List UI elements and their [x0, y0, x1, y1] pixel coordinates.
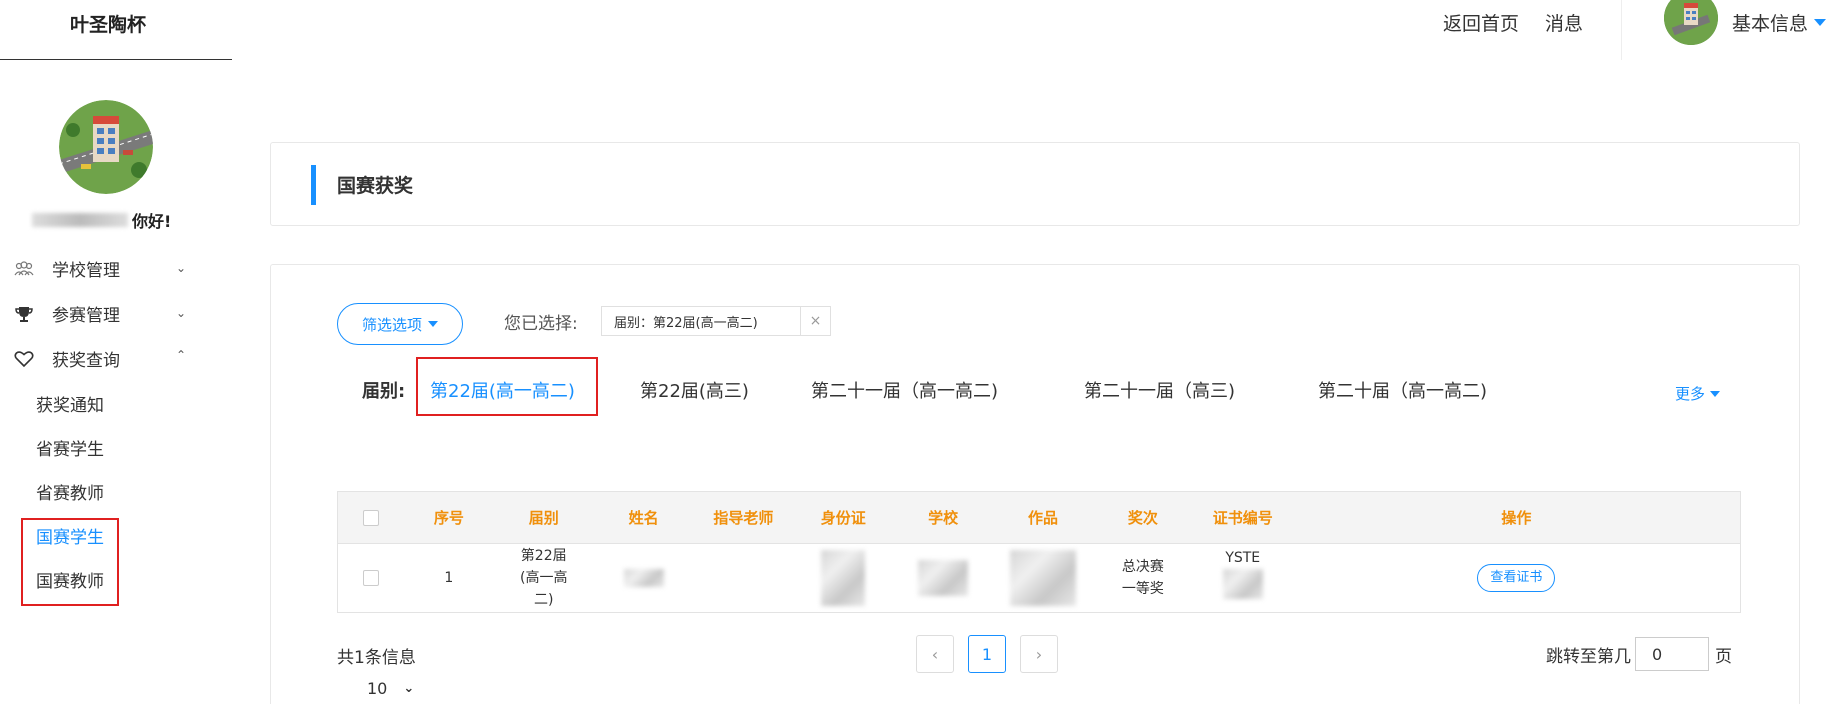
blurred-work: [1009, 550, 1076, 606]
row-checkbox[interactable]: [362, 570, 379, 586]
chevron-down-icon: ⌄: [176, 261, 187, 275]
column-header: 姓名: [628, 508, 659, 527]
cell-id-card: [793, 550, 893, 606]
selected-filter-chip-text: 届别：第22届(高一高二): [614, 315, 758, 331]
sidebar-subitem-award-notice[interactable]: 获奖通知: [0, 381, 232, 425]
select-all-cell: [338, 509, 404, 526]
column-header: 操作: [1501, 508, 1532, 527]
user-avatar[interactable]: [1663, 0, 1718, 45]
sidebar-subitem-provincial-teachers[interactable]: 省赛教师: [0, 469, 232, 513]
cell-actions: 查看证书: [1293, 564, 1740, 592]
cell-cert-number: YSTE: [1193, 550, 1293, 599]
greeting-text: 你好!: [132, 212, 172, 231]
view-certificate-button[interactable]: 查看证书: [1477, 564, 1556, 592]
page-jump-input[interactable]: [1635, 637, 1709, 671]
page-jump: 跳转至第几 页: [1546, 637, 1732, 671]
sidebar-item-label: 参赛管理: [52, 306, 120, 326]
sidebar-item-award-query[interactable]: 获奖查询 ⌃: [0, 336, 232, 381]
cert-number-prefix: YSTE: [1225, 550, 1261, 566]
user-info-label[interactable]: 基本信息: [1732, 9, 1808, 36]
filter-options-button[interactable]: 筛选选项: [337, 303, 463, 345]
highlight-box-term: [416, 357, 598, 416]
page-size-value: 10: [367, 679, 388, 698]
highlight-box-submenu: [21, 518, 119, 606]
brand-title: 叶圣陶杯: [70, 14, 147, 36]
column-header: 序号: [433, 508, 464, 527]
column-header: 证书编号: [1212, 508, 1273, 527]
sidebar-item-label: 获奖查询: [52, 351, 120, 371]
page-jump-label: 跳转至第几: [1546, 646, 1631, 667]
results-table: 序号 届别 姓名 指导老师 身份证 学校 作品 奖次 证书编号 操作 1 第22…: [337, 491, 1741, 613]
nav-divider: [1620, 0, 1622, 60]
page-size-select[interactable]: 10 ⌄: [367, 679, 414, 698]
selected-filter-chip: 届别：第22届(高一高二) ×: [601, 306, 831, 336]
cell-work: [993, 550, 1093, 606]
selected-filters-label: 您已选择:: [504, 314, 578, 334]
select-all-checkbox[interactable]: [362, 509, 379, 526]
page-button-current[interactable]: 1: [968, 635, 1006, 673]
page-title: 国赛获奖: [337, 175, 414, 197]
title-card: 国赛获奖: [270, 142, 1800, 226]
term-option-21-g12[interactable]: 第二十一届（高一高二): [811, 377, 998, 403]
sidebar-item-label: 学校管理: [52, 261, 120, 281]
sidebar-subitem-provincial-students[interactable]: 省赛学生: [0, 425, 232, 469]
term-option-20-g12[interactable]: 第二十届（高一高二): [1318, 377, 1487, 403]
term-option-21-g3[interactable]: 第二十一届（高三): [1084, 377, 1235, 403]
blurred-id-card: [821, 550, 866, 606]
blurred-username: [32, 213, 128, 227]
blurred-school: [918, 560, 969, 596]
greeting: 你好!: [32, 208, 171, 232]
column-header: 奖次: [1127, 508, 1158, 527]
column-header: 届别: [528, 508, 559, 527]
sidebar-item-school-management[interactable]: 学校管理 ⌄: [0, 246, 232, 291]
column-header: 指导老师: [713, 508, 774, 527]
brand: 叶圣陶杯: [0, 0, 232, 60]
cell-award: 总决赛一等奖: [1121, 559, 1164, 597]
title-accent-bar: [311, 165, 316, 205]
sidebar: 你好! 学校管理 ⌄ 参赛管理 ⌄ 获奖查询 ⌃ 获奖通知 省赛学生 省赛教师 …: [0, 60, 232, 704]
users-icon: [14, 259, 34, 279]
nav-home-link[interactable]: 返回首页: [1443, 9, 1519, 36]
cell-name: [594, 569, 694, 587]
blurred-name: [623, 569, 664, 587]
cell-term: 第22届(高一高二): [519, 548, 568, 608]
cell-index: 1: [444, 570, 454, 586]
total-count: 共1条信息: [337, 648, 416, 668]
column-header: 作品: [1028, 508, 1059, 527]
prev-page-button[interactable]: ‹: [916, 635, 954, 673]
heart-icon: [14, 349, 34, 369]
nav-messages-link[interactable]: 消息: [1545, 9, 1583, 36]
next-page-button[interactable]: ›: [1020, 635, 1058, 673]
results-card: 筛选选项 您已选择: 届别：第22届(高一高二) × 届别: 第22届(高一高二…: [270, 264, 1800, 704]
blurred-cert-number: [1222, 569, 1263, 599]
column-header: 学校: [928, 508, 959, 527]
more-terms-button[interactable]: 更多: [1675, 383, 1721, 404]
chevron-down-icon: ⌄: [176, 306, 187, 320]
caret-down-icon: [428, 321, 438, 327]
cell-school: [893, 560, 993, 596]
term-option-22-g3[interactable]: 第22届(高三): [640, 377, 749, 403]
table-header: 序号 届别 姓名 指导老师 身份证 学校 作品 奖次 证书编号 操作: [338, 492, 1740, 544]
close-icon[interactable]: ×: [800, 307, 830, 335]
caret-down-icon[interactable]: [1814, 18, 1826, 26]
caret-down-icon: [1710, 390, 1721, 397]
page-jump-suffix: 页: [1715, 646, 1732, 667]
filter-options-label: 筛选选项: [361, 315, 422, 334]
sidebar-item-competition-management[interactable]: 参赛管理 ⌄: [0, 291, 232, 336]
top-nav: 返回首页 消息 基本信息: [1443, 0, 1826, 60]
row-select-cell: [338, 570, 404, 586]
pagination: ‹ 1 ›: [916, 635, 1058, 673]
chevron-down-icon: ⌄: [403, 681, 415, 696]
trophy-icon: [14, 304, 34, 324]
table-row: 1 第22届(高一高二) 总决赛一等奖 YSTE 查看证书: [338, 544, 1740, 612]
term-filter-label: 届别:: [362, 381, 406, 402]
chevron-up-icon: ⌃: [176, 348, 187, 362]
profile-avatar: [59, 100, 153, 194]
more-terms-label: 更多: [1675, 385, 1706, 403]
column-header: 身份证: [820, 508, 866, 527]
